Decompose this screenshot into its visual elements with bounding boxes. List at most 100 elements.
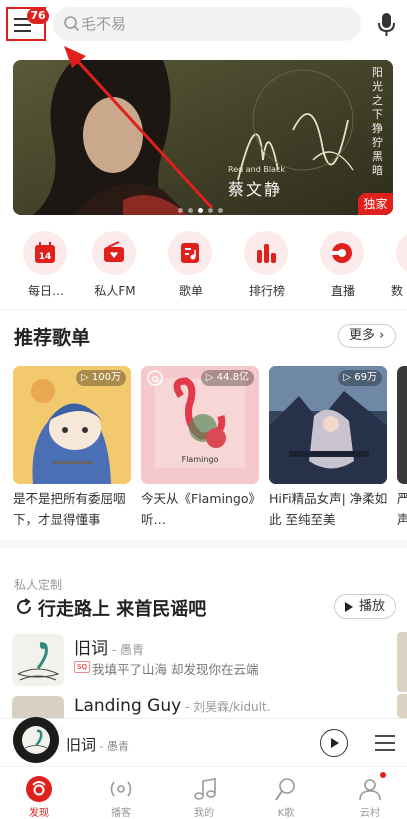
nav-mine[interactable]: 我的 (174, 767, 234, 819)
bottom-navigation: 发现 播客 我的 K歌 云村 (0, 766, 407, 819)
notification-badge: 76 (27, 8, 49, 24)
nav-label: 发现 (29, 808, 49, 819)
mini-player[interactable]: 旧词 - 愚青 (0, 717, 407, 766)
entry-label: 每日… (27, 284, 64, 298)
nav-karaoke[interactable]: K歌 (256, 767, 316, 819)
more-button[interactable]: 更多 › (338, 324, 396, 348)
nav-discover[interactable]: 发现 (9, 767, 69, 819)
play-count-value: 44.8亿 (216, 372, 249, 383)
banner-subtitle: Red and Black (228, 165, 285, 174)
nav-label: K歌 (277, 808, 295, 819)
song-artist: - 愚青 (108, 643, 144, 657)
music-note-icon (194, 778, 216, 800)
play-count: ▷ 69万 (338, 370, 382, 386)
play-count-value: 69万 (354, 372, 377, 383)
carousel-dots (178, 208, 238, 214)
radio-icon (104, 241, 124, 262)
banner-carousel[interactable]: 阳光之下 狰狞黑暗 (13, 60, 393, 215)
song-title: Landing Guy - 刘昊霖/kidult. (74, 696, 271, 716)
refresh-icon[interactable] (14, 597, 34, 617)
more-entry[interactable]: 数 (386, 228, 407, 300)
chart-icon (257, 244, 276, 263)
playlist-entry[interactable]: 歌单 (158, 228, 224, 300)
entry-label: 排行榜 (248, 284, 285, 298)
play-icon (331, 738, 339, 748)
album-disc[interactable] (13, 717, 59, 763)
divider (0, 309, 407, 310)
entry-label: 数 (390, 284, 403, 298)
entry-circle: 14 (23, 231, 67, 275)
search-input[interactable] (81, 7, 341, 41)
cover-text: Flamingo (182, 455, 219, 464)
entry-circle (396, 231, 407, 275)
entry-circle (244, 231, 288, 275)
song-description: 我填平了山海 却发现你在云端 (92, 662, 259, 677)
entry-label: 私人FM (94, 284, 136, 298)
discover-icon (26, 776, 52, 802)
quick-entries: 14 每日… 私人FM 歌单 排行榜 直播 数 (0, 228, 407, 308)
mix-title: 行走路上 来首民谣吧 (38, 599, 207, 620)
netease-logo-icon (147, 370, 163, 386)
next-card-peek[interactable] (397, 694, 407, 718)
playlist-title[interactable]: 严声 (397, 488, 407, 530)
playlist-cover[interactable] (397, 366, 407, 484)
live-entry[interactable]: 直播 (310, 228, 376, 300)
nav-community[interactable]: 云村 (340, 767, 400, 819)
playlist-cover[interactable]: ▷ 69万 (269, 366, 387, 484)
chevron-right-icon: › (379, 328, 385, 343)
playlist-queue-icon[interactable] (374, 733, 396, 753)
section-subtitle: 私人定制 (14, 578, 63, 592)
now-playing-title: 旧词 (66, 736, 97, 754)
playlist-title[interactable]: 今天从《Flamingo》听… (141, 488, 261, 530)
entry-circle (92, 231, 136, 275)
play-all-button[interactable]: 播放 (334, 594, 396, 619)
charts-entry[interactable]: 排行榜 (234, 228, 300, 300)
karaoke-icon (275, 778, 295, 801)
playlist-title[interactable]: HiFi精品女声| 净柔如此 至纯至美 (269, 488, 389, 530)
playlist-title[interactable]: 是不是把所有委屈咽下，才显得懂事 (13, 488, 133, 530)
song-name: 旧词 (74, 639, 108, 659)
play-pause-button[interactable] (320, 729, 348, 757)
now-playing: 旧词 - 愚青 (66, 734, 129, 755)
exclusive-badge: 独家 (358, 193, 393, 215)
search-icon (64, 16, 80, 32)
microphone-icon[interactable] (376, 12, 398, 38)
menu-button[interactable]: 76 (6, 7, 49, 41)
song-title: 旧词 - 愚青 (74, 634, 144, 659)
entry-label: 歌单 (178, 284, 203, 298)
search-bar[interactable] (53, 7, 361, 41)
community-icon (359, 779, 381, 801)
playlist-cover[interactable]: Flamingo ▷ 44.8亿 (141, 366, 259, 484)
notification-dot (380, 772, 386, 778)
podcast-icon (110, 781, 132, 797)
song-artist: - 刘昊霖/kidult. (181, 700, 271, 714)
top-bar: 76 (0, 0, 407, 50)
private-fm-entry[interactable]: 私人FM (82, 228, 148, 300)
nav-label: 播客 (111, 808, 131, 819)
live-icon (332, 243, 352, 263)
nav-label: 我的 (194, 808, 214, 819)
play-icon (345, 602, 353, 612)
section-title: 推荐歌单 (14, 327, 91, 349)
playlist-icon (181, 243, 199, 263)
next-card-peek[interactable] (397, 632, 407, 692)
calendar-day: 14 (39, 252, 52, 262)
song-cover (12, 634, 64, 686)
entry-circle (168, 231, 212, 275)
play-label: 播放 (359, 599, 386, 614)
nav-podcast[interactable]: 播客 (91, 767, 151, 819)
play-count-value: 100万 (91, 372, 121, 383)
song-row[interactable]: 旧词 - 愚青 SQ 我填平了山海 却发现你在云端 (0, 634, 407, 690)
song-name: Landing Guy (74, 696, 182, 716)
banner-artist: 蔡文静 (228, 180, 283, 199)
sq-badge: SQ (74, 661, 90, 673)
play-count: ▷ 44.8亿 (200, 370, 254, 386)
banner-image (13, 60, 393, 215)
daily-recommend-entry[interactable]: 14 每日… (13, 228, 79, 300)
nav-label: 云村 (360, 808, 380, 819)
entry-label: 直播 (330, 284, 355, 298)
now-playing-artist: - 愚青 (96, 740, 129, 753)
entry-circle (320, 231, 364, 275)
section-gap (0, 540, 407, 548)
playlist-cover[interactable]: ▷ 100万 (13, 366, 131, 484)
